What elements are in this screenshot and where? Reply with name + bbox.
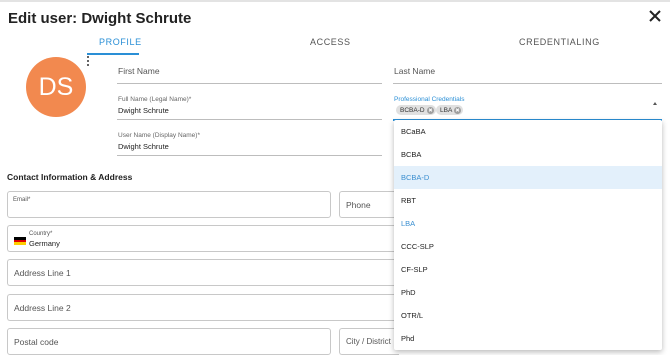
- user-name-input[interactable]: Dwight Schrute: [118, 142, 169, 151]
- city-placeholder: City / District: [346, 337, 391, 346]
- address-line-1-field[interactable]: Address Line 1: [7, 259, 399, 286]
- full-name-label: Full Name (Legal Name)*: [118, 96, 192, 103]
- postal-code-field[interactable]: Postal code: [7, 328, 331, 355]
- more-options-icon[interactable]: [85, 56, 91, 68]
- avatar: DS: [26, 57, 86, 117]
- top-divider: [0, 0, 670, 2]
- address-line-1-placeholder: Address Line 1: [14, 268, 71, 278]
- option-phd-lower[interactable]: Phd: [394, 327, 662, 350]
- option-bcba[interactable]: BCBA: [394, 143, 662, 166]
- email-field[interactable]: Email*: [7, 191, 331, 218]
- credentials-dropdown-menu: BCaBA BCBA BCBA-D RBT LBA CCC-SLP CF-SLP…: [394, 120, 662, 350]
- first-name-underline: [117, 83, 382, 84]
- tab-access[interactable]: ACCESS: [310, 37, 351, 47]
- address-line-2-placeholder: Address Line 2: [14, 303, 71, 313]
- option-rbt[interactable]: RBT: [394, 189, 662, 212]
- dropdown-arrow-icon[interactable]: [653, 102, 657, 105]
- full-name-input[interactable]: Dwight Schrute: [118, 106, 169, 115]
- option-lba[interactable]: LBA: [394, 212, 662, 235]
- tab-profile[interactable]: PROFILE: [99, 37, 142, 47]
- first-name-field[interactable]: First Name: [118, 66, 160, 76]
- dialog-title: Edit user: Dwight Schrute: [8, 10, 192, 27]
- option-otr-l[interactable]: OTR/L: [394, 304, 662, 327]
- option-bcaba[interactable]: BCaBA: [394, 120, 662, 143]
- contact-section-title: Contact Information & Address: [7, 172, 133, 182]
- chip-label: LBA: [440, 106, 453, 114]
- country-value: Germany: [29, 239, 60, 248]
- user-name-underline: [117, 155, 382, 156]
- chip-lba[interactable]: LBA: [436, 105, 464, 115]
- chip-bcba-d[interactable]: BCBA-D: [396, 105, 436, 115]
- country-label: Country*: [29, 231, 53, 237]
- email-label: Email*: [13, 197, 31, 203]
- last-name-underline: [393, 83, 662, 84]
- active-tab-indicator: [87, 53, 139, 55]
- option-phd[interactable]: PhD: [394, 281, 662, 304]
- postal-code-placeholder: Postal code: [14, 337, 59, 347]
- chip-remove-icon[interactable]: [426, 106, 434, 114]
- germany-flag-icon: [14, 237, 26, 246]
- tab-credentialing[interactable]: CREDENTIALING: [519, 37, 600, 47]
- option-bcba-d[interactable]: BCBA-D: [394, 166, 662, 189]
- country-select[interactable]: Country* Germany: [7, 225, 399, 252]
- option-cf-slp[interactable]: CF-SLP: [394, 258, 662, 281]
- last-name-field[interactable]: Last Name: [394, 66, 435, 76]
- credentials-label: Professional Credentials: [394, 96, 465, 103]
- option-ccc-slp[interactable]: CCC-SLP: [394, 235, 662, 258]
- full-name-underline: [117, 119, 382, 120]
- phone-field[interactable]: Phone: [339, 191, 399, 218]
- phone-placeholder: Phone: [346, 200, 371, 210]
- city-field[interactable]: City / District: [339, 328, 399, 355]
- user-name-label: User Name (Display Name)*: [118, 132, 200, 139]
- address-line-2-field[interactable]: Address Line 2: [7, 294, 399, 321]
- close-icon[interactable]: [648, 9, 662, 23]
- chip-remove-icon[interactable]: [454, 106, 462, 114]
- chip-label: BCBA-D: [400, 106, 425, 114]
